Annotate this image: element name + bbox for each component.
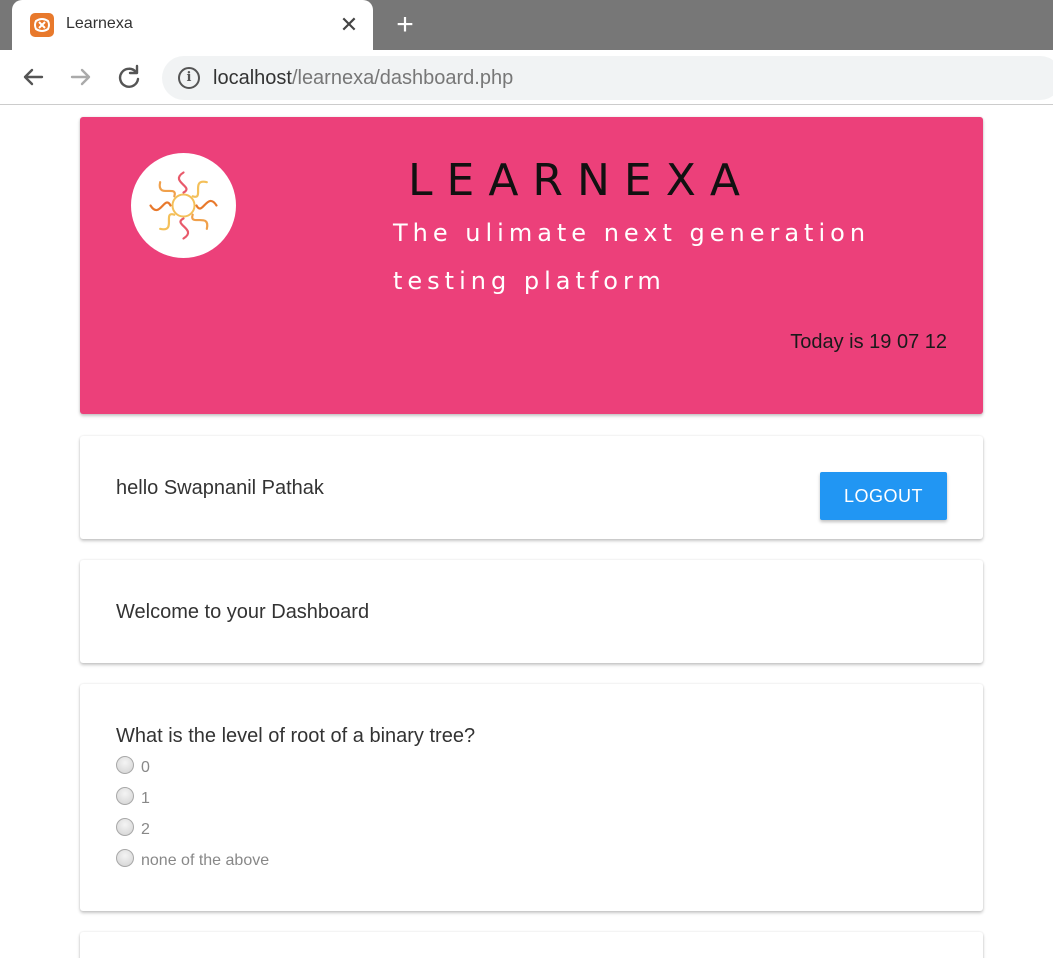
option-label: 1 bbox=[141, 790, 150, 807]
radio-button[interactable] bbox=[116, 756, 134, 774]
option-label: 0 bbox=[141, 759, 150, 776]
browser-tab[interactable]: Learnexa ✕ bbox=[12, 0, 373, 51]
arrow-left-icon[interactable] bbox=[16, 60, 50, 94]
today-date: Today is 19 07 12 bbox=[790, 331, 947, 353]
radio-button[interactable] bbox=[116, 849, 134, 867]
url-text[interactable]: localhost/learnexa/dashboard.php bbox=[213, 67, 513, 90]
reload-icon[interactable] bbox=[112, 60, 146, 94]
tagline: The ulimate next generation testing plat… bbox=[393, 209, 893, 305]
info-icon[interactable]: i bbox=[178, 67, 200, 89]
sun-swirl-logo-icon bbox=[131, 153, 236, 258]
arrow-right-icon[interactable] bbox=[64, 60, 98, 94]
radio-button[interactable] bbox=[116, 787, 134, 805]
browser-tab-strip: Learnexa ✕ + bbox=[0, 0, 1053, 51]
question-card-next bbox=[80, 932, 983, 958]
question-card: What is the level of root of a binary tr… bbox=[80, 684, 983, 911]
tagline-line-1: The ulimate next generation bbox=[393, 219, 871, 247]
user-card: hello Swapnanil Pathak LOGOUT bbox=[80, 436, 983, 539]
plus-icon[interactable]: + bbox=[390, 10, 420, 40]
welcome-card: Welcome to your Dashboard bbox=[80, 560, 983, 663]
url-path: /learnexa/dashboard.php bbox=[291, 67, 514, 89]
brand-title: LEARNEXA bbox=[408, 155, 754, 206]
header-banner: LEARNEXA The ulimate next generation tes… bbox=[80, 117, 983, 414]
tagline-line-2: testing platform bbox=[393, 267, 666, 295]
radio-button[interactable] bbox=[116, 818, 134, 836]
user-greeting: hello Swapnanil Pathak bbox=[116, 477, 324, 499]
option-label: 2 bbox=[141, 821, 150, 838]
xampp-logo-icon bbox=[30, 13, 54, 37]
welcome-text: Welcome to your Dashboard bbox=[116, 601, 370, 623]
logout-button[interactable]: LOGOUT bbox=[820, 472, 947, 520]
url-host: localhost bbox=[213, 67, 292, 89]
question-text: What is the level of root of a binary tr… bbox=[116, 725, 476, 747]
address-bar[interactable]: i localhost/learnexa/dashboard.php bbox=[162, 56, 1053, 100]
close-icon[interactable]: ✕ bbox=[337, 13, 361, 37]
browser-toolbar: i localhost/learnexa/dashboard.php bbox=[0, 50, 1053, 105]
option-label: none of the above bbox=[141, 852, 270, 869]
tab-title: Learnexa bbox=[66, 15, 133, 32]
